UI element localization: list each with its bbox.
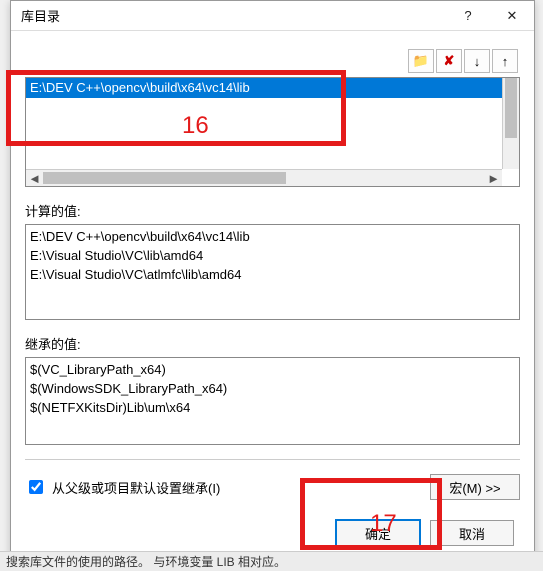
ok-button[interactable]: 确定 <box>336 520 420 546</box>
separator <box>25 459 520 460</box>
help-button[interactable]: ? <box>446 1 490 31</box>
scroll-left-icon[interactable]: ◄ <box>26 170 43 187</box>
delete-line-button[interactable]: ✘ <box>436 49 462 73</box>
computed-values-label: 计算的值: <box>25 201 520 220</box>
close-button[interactable]: ✕ <box>490 1 534 31</box>
scrollbar-thumb[interactable] <box>505 78 517 138</box>
edit-toolbar: 📁 ✘ ↓ ↑ <box>25 49 518 73</box>
arrow-down-icon: ↓ <box>474 54 481 69</box>
inherit-checkbox[interactable]: 从父级或项目默认设置继承(I) <box>25 477 430 497</box>
delete-icon: ✘ <box>444 53 455 69</box>
new-line-button[interactable]: 📁 <box>408 49 434 73</box>
list-item: E:\DEV C++\opencv\build\x64\vc14\lib <box>30 227 515 246</box>
folder-new-icon: 📁 <box>413 53 429 69</box>
horizontal-scrollbar[interactable]: ◄ ► <box>26 169 502 186</box>
vertical-scrollbar[interactable] <box>502 78 519 169</box>
move-down-button[interactable]: ↓ <box>464 49 490 73</box>
inherited-values-label: 继承的值: <box>25 334 520 353</box>
computed-values-list[interactable]: E:\DEV C++\opencv\build\x64\vc14\lib E:\… <box>25 224 520 320</box>
options-row: 从父级或项目默认设置继承(I) 宏(M) >> <box>25 474 520 500</box>
directories-editbox[interactable]: E:\DEV C++\opencv\build\x64\vc14\lib ◄ ► <box>25 77 520 187</box>
list-item: E:\Visual Studio\VC\lib\amd64 <box>30 246 515 265</box>
arrow-up-icon: ↑ <box>502 54 509 69</box>
close-icon: ✕ <box>507 8 518 24</box>
list-item: E:\Visual Studio\VC\atlmfc\lib\amd64 <box>30 265 515 284</box>
titlebar: 库目录 ? ✕ <box>11 1 534 31</box>
inherit-checkbox-label: 从父级或项目默认设置继承(I) <box>52 478 220 497</box>
cancel-button[interactable]: 取消 <box>430 520 514 546</box>
help-icon: ? <box>464 8 471 23</box>
dialog-content: 📁 ✘ ↓ ↑ E:\DEV C++\opencv\build\x64\vc14… <box>11 31 534 560</box>
directory-entry-selected[interactable]: E:\DEV C++\opencv\build\x64\vc14\lib <box>26 78 519 98</box>
list-item: $(NETFXKitsDir)Lib\um\x64 <box>30 398 515 417</box>
scrollbar-thumb[interactable] <box>43 172 286 184</box>
status-description: 搜索库文件的使用的路径。 与环境变量 LIB 相对应。 <box>0 551 543 571</box>
inherit-checkbox-input[interactable] <box>29 480 43 494</box>
macros-button[interactable]: 宏(M) >> <box>430 474 520 500</box>
list-item: $(VC_LibraryPath_x64) <box>30 360 515 379</box>
dialog-buttons: 确定 取消 <box>25 520 520 546</box>
library-directories-dialog: 库目录 ? ✕ 📁 ✘ ↓ ↑ E:\DEV C++\opencv\build\… <box>10 0 535 562</box>
move-up-button[interactable]: ↑ <box>492 49 518 73</box>
scroll-right-icon[interactable]: ► <box>485 170 502 187</box>
list-item: $(WindowsSDK_LibraryPath_x64) <box>30 379 515 398</box>
inherited-values-list[interactable]: $(VC_LibraryPath_x64) $(WindowsSDK_Libra… <box>25 357 520 445</box>
dialog-title: 库目录 <box>11 6 446 25</box>
